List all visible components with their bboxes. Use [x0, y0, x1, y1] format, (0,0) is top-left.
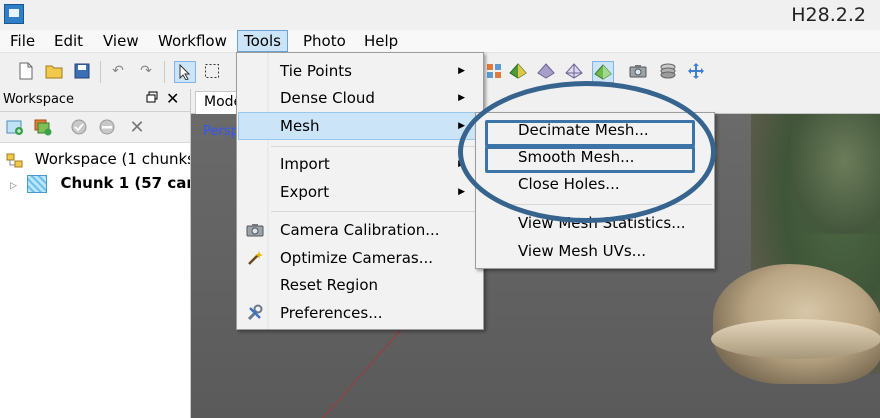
menu-item-label: Preferences... — [280, 304, 383, 322]
menu-item-view-mesh-uvs[interactable]: View Mesh UVs... — [478, 238, 712, 264]
menu-item-dense-cloud[interactable]: Dense Cloud ▶ — [239, 85, 481, 111]
menu-item-label: Tie Points — [280, 62, 352, 80]
submenu-arrow-icon: ▶ — [458, 66, 465, 76]
menu-workflow[interactable]: Workflow — [152, 30, 233, 52]
menu-view[interactable]: View — [97, 30, 145, 52]
tree-item-chunk-label: Chunk 1 (57 cam — [60, 174, 190, 192]
close-panel-icon[interactable]: ✕ — [166, 89, 179, 108]
move-icon[interactable] — [686, 61, 706, 81]
menu-help[interactable]: Help — [358, 30, 404, 52]
wireframe-model-icon[interactable] — [564, 61, 584, 81]
tree-item-workspace-label: Workspace (1 chunks — [34, 150, 190, 168]
menu-separator — [271, 146, 481, 147]
window-title: H28.2.2 — [791, 4, 866, 26]
menu-item-optimize-cameras[interactable]: Optimize Cameras... — [239, 245, 481, 271]
pointer-icon[interactable] — [174, 61, 196, 83]
submenu-arrow-icon: ▶ — [458, 187, 465, 197]
disable-icon[interactable] — [98, 118, 116, 136]
tree-item-workspace[interactable]: Workspace (1 chunks — [6, 147, 190, 171]
layers-icon[interactable] — [658, 61, 678, 81]
title-bar: H28.2.2 — [0, 0, 880, 30]
menu-item-export[interactable]: Export ▶ — [239, 179, 481, 205]
toolbar-separator — [100, 61, 101, 83]
submenu-arrow-icon: ▶ — [458, 93, 465, 103]
expand-arrow-icon[interactable]: ▷ — [10, 174, 22, 195]
menu-item-label: Dense Cloud — [280, 89, 375, 107]
menu-tools[interactable]: Tools — [237, 30, 288, 52]
menu-item-reset-region[interactable]: Reset Region — [239, 272, 481, 298]
textured-model-icon[interactable] — [592, 61, 614, 83]
camera-icon[interactable] — [628, 61, 648, 81]
menu-file[interactable]: File — [4, 30, 41, 52]
redo-icon[interactable]: ↷ — [136, 61, 156, 81]
annotation-ellipse — [458, 81, 716, 223]
enable-icon[interactable] — [70, 118, 88, 136]
menu-item-mesh[interactable]: Mesh ▶ — [238, 112, 482, 140]
solid-model-icon[interactable] — [508, 61, 528, 81]
remove-icon[interactable]: ✕ — [128, 117, 146, 138]
menu-item-label: Optimize Cameras... — [280, 249, 434, 267]
add-photos-icon[interactable] — [34, 118, 52, 136]
toolbar-separator — [164, 61, 165, 83]
menu-item-label: Import — [280, 155, 330, 173]
mesh-rock-ledge — [711, 319, 880, 359]
open-folder-icon[interactable] — [44, 61, 64, 81]
menu-item-label: Camera Calibration... — [280, 221, 440, 239]
menu-item-label: Reset Region — [280, 276, 379, 294]
menu-item-import[interactable]: Import ▶ — [239, 151, 481, 177]
wand-icon — [245, 249, 265, 267]
menu-photo[interactable]: Photo — [297, 30, 352, 52]
workspace-header: Workspace ✕ — [0, 89, 190, 112]
undo-icon[interactable]: ↶ — [108, 61, 128, 81]
workspace-title: Workspace — [3, 92, 75, 107]
menu-item-preferences[interactable]: Preferences... — [239, 300, 481, 326]
save-icon[interactable] — [72, 61, 92, 81]
workspace-toolbar: ✕ — [0, 112, 190, 143]
menu-bar: File Edit View Workflow Tools Photo Help — [0, 30, 880, 53]
shaded-model-icon[interactable] — [536, 61, 556, 81]
menu-item-label: Mesh — [280, 117, 320, 135]
rect-select-icon[interactable] — [202, 61, 222, 81]
tools-icon — [245, 304, 265, 322]
new-file-icon[interactable] — [16, 61, 36, 81]
app-icon — [4, 4, 24, 24]
menu-edit[interactable]: Edit — [48, 30, 89, 52]
mesh-vegetation — [791, 114, 880, 234]
workspace-panel: Workspace ✕ ✕ Workspace (1 chunks ▷ Chun… — [0, 89, 191, 418]
menu-item-label: Export — [280, 183, 330, 201]
float-panel-icon[interactable] — [146, 91, 158, 107]
chunk-icon — [27, 174, 48, 193]
menu-item-label: View Mesh UVs... — [518, 242, 646, 260]
tree-item-chunk[interactable]: ▷ Chunk 1 (57 cam — [10, 171, 190, 195]
camera-icon — [245, 221, 265, 239]
workspace-tree-icon — [6, 152, 24, 168]
menu-item-camera-calibration[interactable]: Camera Calibration... — [239, 217, 481, 243]
add-chunk-icon[interactable] — [6, 118, 24, 136]
menu-item-tie-points[interactable]: Tie Points ▶ — [239, 58, 481, 84]
menu-separator — [271, 211, 481, 212]
tools-menu: Tie Points ▶ Dense Cloud ▶ Mesh ▶ Import… — [236, 52, 484, 330]
grid-view-icon[interactable] — [484, 61, 504, 81]
